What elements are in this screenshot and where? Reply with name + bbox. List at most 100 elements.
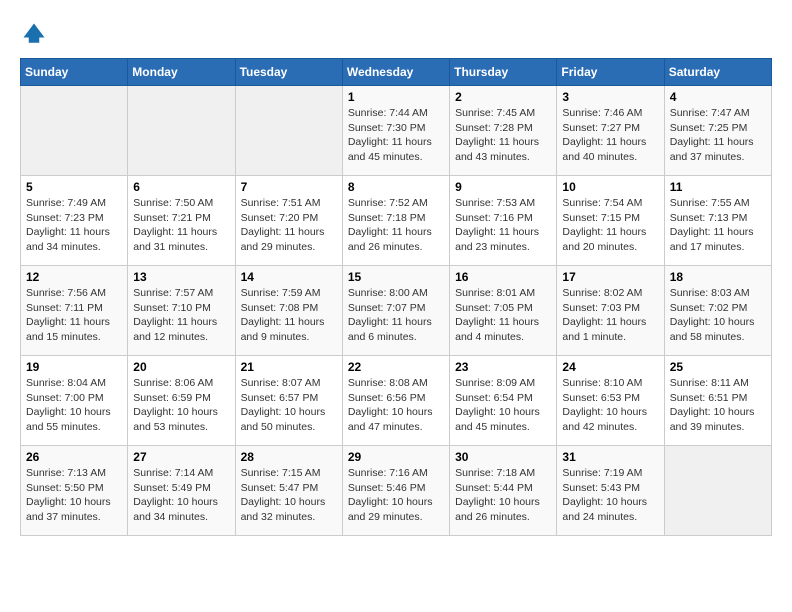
calendar-cell: 6 Sunrise: 7:50 AM Sunset: 7:21 PM Daylig… xyxy=(128,176,235,266)
weekday-header: Sunday xyxy=(21,59,128,86)
calendar-cell: 10 Sunrise: 7:54 AM Sunset: 7:15 PM Dayli… xyxy=(557,176,664,266)
day-number: 2 xyxy=(455,90,551,104)
calendar-table: SundayMondayTuesdayWednesdayThursdayFrid… xyxy=(20,58,772,536)
calendar-cell: 7 Sunrise: 7:51 AM Sunset: 7:20 PM Daylig… xyxy=(235,176,342,266)
logo-icon xyxy=(20,20,48,48)
day-info: Sunrise: 7:13 AM Sunset: 5:50 PM Dayligh… xyxy=(26,466,122,525)
weekday-header: Friday xyxy=(557,59,664,86)
calendar-week-row: 1 Sunrise: 7:44 AM Sunset: 7:30 PM Daylig… xyxy=(21,86,772,176)
day-info: Sunrise: 8:11 AM Sunset: 6:51 PM Dayligh… xyxy=(670,376,766,435)
calendar-cell: 26 Sunrise: 7:13 AM Sunset: 5:50 PM Dayli… xyxy=(21,446,128,536)
day-info: Sunrise: 8:10 AM Sunset: 6:53 PM Dayligh… xyxy=(562,376,658,435)
day-info: Sunrise: 7:47 AM Sunset: 7:25 PM Dayligh… xyxy=(670,106,766,165)
calendar-cell: 11 Sunrise: 7:55 AM Sunset: 7:13 PM Dayli… xyxy=(664,176,771,266)
day-number: 28 xyxy=(241,450,337,464)
day-number: 31 xyxy=(562,450,658,464)
day-number: 25 xyxy=(670,360,766,374)
calendar-cell: 4 Sunrise: 7:47 AM Sunset: 7:25 PM Daylig… xyxy=(664,86,771,176)
calendar-week-row: 5 Sunrise: 7:49 AM Sunset: 7:23 PM Daylig… xyxy=(21,176,772,266)
day-info: Sunrise: 7:14 AM Sunset: 5:49 PM Dayligh… xyxy=(133,466,229,525)
day-info: Sunrise: 7:44 AM Sunset: 7:30 PM Dayligh… xyxy=(348,106,444,165)
day-number: 23 xyxy=(455,360,551,374)
calendar-cell: 30Sunrise: 7:18 AM Sunset: 5:44 PM Dayli… xyxy=(450,446,557,536)
day-number: 21 xyxy=(241,360,337,374)
day-number: 1 xyxy=(348,90,444,104)
calendar-cell: 15 Sunrise: 8:00 AM Sunset: 7:07 PM Dayli… xyxy=(342,266,449,356)
day-info: Sunrise: 8:07 AM Sunset: 6:57 PM Dayligh… xyxy=(241,376,337,435)
day-info: Sunrise: 7:57 AM Sunset: 7:10 PM Dayligh… xyxy=(133,286,229,345)
calendar-cell xyxy=(21,86,128,176)
weekday-header: Thursday xyxy=(450,59,557,86)
day-info: Sunrise: 8:09 AM Sunset: 6:54 PM Dayligh… xyxy=(455,376,551,435)
calendar-week-row: 26 Sunrise: 7:13 AM Sunset: 5:50 PM Dayli… xyxy=(21,446,772,536)
calendar-cell: 12 Sunrise: 7:56 AM Sunset: 7:11 PM Dayli… xyxy=(21,266,128,356)
day-info: Sunrise: 8:03 AM Sunset: 7:02 PM Dayligh… xyxy=(670,286,766,345)
day-info: Sunrise: 8:06 AM Sunset: 6:59 PM Dayligh… xyxy=(133,376,229,435)
calendar-week-row: 19 Sunrise: 8:04 AM Sunset: 7:00 PM Dayli… xyxy=(21,356,772,446)
calendar-cell: 2Sunrise: 7:45 AM Sunset: 7:28 PM Daylig… xyxy=(450,86,557,176)
calendar-cell: 21 Sunrise: 8:07 AM Sunset: 6:57 PM Dayli… xyxy=(235,356,342,446)
day-info: Sunrise: 7:59 AM Sunset: 7:08 PM Dayligh… xyxy=(241,286,337,345)
day-info: Sunrise: 7:55 AM Sunset: 7:13 PM Dayligh… xyxy=(670,196,766,255)
day-number: 12 xyxy=(26,270,122,284)
weekday-header: Saturday xyxy=(664,59,771,86)
day-number: 22 xyxy=(348,360,444,374)
calendar-cell: 14 Sunrise: 7:59 AM Sunset: 7:08 PM Dayli… xyxy=(235,266,342,356)
day-info: Sunrise: 8:00 AM Sunset: 7:07 PM Dayligh… xyxy=(348,286,444,345)
day-number: 14 xyxy=(241,270,337,284)
day-info: Sunrise: 7:49 AM Sunset: 7:23 PM Dayligh… xyxy=(26,196,122,255)
day-number: 19 xyxy=(26,360,122,374)
day-number: 20 xyxy=(133,360,229,374)
calendar-cell: 23 Sunrise: 8:09 AM Sunset: 6:54 PM Dayli… xyxy=(450,356,557,446)
calendar-cell: 19 Sunrise: 8:04 AM Sunset: 7:00 PM Dayli… xyxy=(21,356,128,446)
day-number: 17 xyxy=(562,270,658,284)
calendar-cell: 22 Sunrise: 8:08 AM Sunset: 6:56 PM Dayli… xyxy=(342,356,449,446)
calendar-cell: 20 Sunrise: 8:06 AM Sunset: 6:59 PM Dayli… xyxy=(128,356,235,446)
day-info: Sunrise: 7:19 AM Sunset: 5:43 PM Dayligh… xyxy=(562,466,658,525)
day-info: Sunrise: 7:16 AM Sunset: 5:46 PM Dayligh… xyxy=(348,466,444,525)
calendar-cell: 31 Sunrise: 7:19 AM Sunset: 5:43 PM Dayli… xyxy=(557,446,664,536)
day-number: 10 xyxy=(562,180,658,194)
calendar-header-row: SundayMondayTuesdayWednesdayThursdayFrid… xyxy=(21,59,772,86)
day-number: 8 xyxy=(348,180,444,194)
calendar-cell: 16 Sunrise: 8:01 AM Sunset: 7:05 PM Dayli… xyxy=(450,266,557,356)
calendar-cell: 13Sunrise: 7:57 AM Sunset: 7:10 PM Dayli… xyxy=(128,266,235,356)
day-info: Sunrise: 7:56 AM Sunset: 7:11 PM Dayligh… xyxy=(26,286,122,345)
day-number: 27 xyxy=(133,450,229,464)
page-header xyxy=(20,20,772,48)
day-number: 15 xyxy=(348,270,444,284)
calendar-cell: 3 Sunrise: 7:46 AM Sunset: 7:27 PM Daylig… xyxy=(557,86,664,176)
day-number: 18 xyxy=(670,270,766,284)
day-info: Sunrise: 8:02 AM Sunset: 7:03 PM Dayligh… xyxy=(562,286,658,345)
day-number: 7 xyxy=(241,180,337,194)
day-number: 11 xyxy=(670,180,766,194)
day-number: 26 xyxy=(26,450,122,464)
day-number: 29 xyxy=(348,450,444,464)
day-number: 6 xyxy=(133,180,229,194)
calendar-cell: 18 Sunrise: 8:03 AM Sunset: 7:02 PM Dayli… xyxy=(664,266,771,356)
day-info: Sunrise: 8:08 AM Sunset: 6:56 PM Dayligh… xyxy=(348,376,444,435)
calendar-cell xyxy=(664,446,771,536)
day-info: Sunrise: 7:15 AM Sunset: 5:47 PM Dayligh… xyxy=(241,466,337,525)
day-info: Sunrise: 7:46 AM Sunset: 7:27 PM Dayligh… xyxy=(562,106,658,165)
weekday-header: Tuesday xyxy=(235,59,342,86)
calendar-cell: 8 Sunrise: 7:52 AM Sunset: 7:18 PM Daylig… xyxy=(342,176,449,266)
day-info: Sunrise: 8:01 AM Sunset: 7:05 PM Dayligh… xyxy=(455,286,551,345)
calendar-cell: 27 Sunrise: 7:14 AM Sunset: 5:49 PM Dayli… xyxy=(128,446,235,536)
day-info: Sunrise: 8:04 AM Sunset: 7:00 PM Dayligh… xyxy=(26,376,122,435)
day-info: Sunrise: 7:50 AM Sunset: 7:21 PM Dayligh… xyxy=(133,196,229,255)
day-info: Sunrise: 7:51 AM Sunset: 7:20 PM Dayligh… xyxy=(241,196,337,255)
day-number: 3 xyxy=(562,90,658,104)
calendar-cell: 9Sunrise: 7:53 AM Sunset: 7:16 PM Daylig… xyxy=(450,176,557,266)
day-number: 4 xyxy=(670,90,766,104)
calendar-week-row: 12 Sunrise: 7:56 AM Sunset: 7:11 PM Dayli… xyxy=(21,266,772,356)
calendar-cell: 24 Sunrise: 8:10 AM Sunset: 6:53 PM Dayli… xyxy=(557,356,664,446)
calendar-cell: 29 Sunrise: 7:16 AM Sunset: 5:46 PM Dayli… xyxy=(342,446,449,536)
day-info: Sunrise: 7:52 AM Sunset: 7:18 PM Dayligh… xyxy=(348,196,444,255)
day-number: 5 xyxy=(26,180,122,194)
day-info: Sunrise: 7:54 AM Sunset: 7:15 PM Dayligh… xyxy=(562,196,658,255)
day-number: 24 xyxy=(562,360,658,374)
weekday-header: Wednesday xyxy=(342,59,449,86)
day-number: 9 xyxy=(455,180,551,194)
day-number: 16 xyxy=(455,270,551,284)
